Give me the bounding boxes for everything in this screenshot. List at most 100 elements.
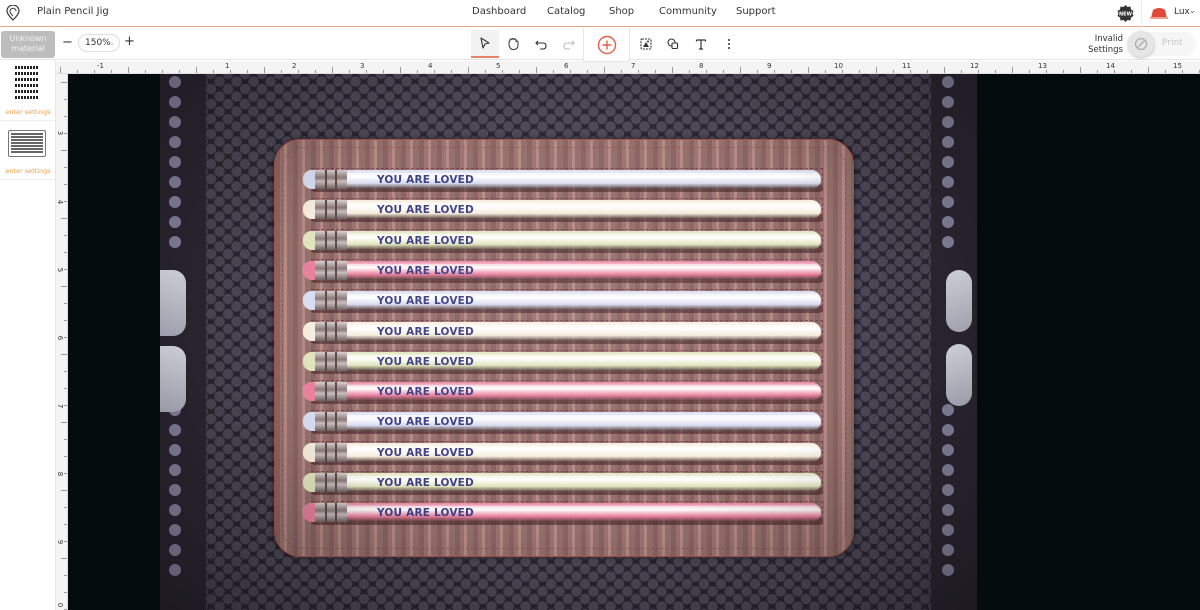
ruler-tick <box>587 70 588 73</box>
sidebar-item-jig-engrave[interactable]: enter settings <box>0 121 56 180</box>
ruler-tick <box>196 67 197 73</box>
tray-holes-left-lower <box>168 404 182 584</box>
pan-tool[interactable] <box>499 30 527 58</box>
ruler-tick <box>61 150 67 151</box>
horizontal-ruler: -1 1 2 3 4 5 6 7 8 9 10 11 12 13 14 15 <box>56 61 1200 74</box>
ruler-tick <box>61 218 67 219</box>
text-tool[interactable] <box>687 30 715 58</box>
tray-holes-left <box>168 76 182 256</box>
pencil-item[interactable]: YOU ARE LOVED <box>303 349 825 374</box>
pencil-item[interactable]: YOU ARE LOVED <box>303 168 825 192</box>
ruler-tick <box>638 70 639 73</box>
shapes-tool[interactable] <box>659 30 687 58</box>
ruler-label: 8 <box>699 62 704 70</box>
pencil-item[interactable]: YOU ARE LOVED <box>303 258 825 283</box>
ruler-tick <box>213 70 214 73</box>
add-button[interactable] <box>583 28 630 62</box>
ruler-tick <box>1012 67 1013 73</box>
user-avatar-icon[interactable] <box>1150 7 1168 19</box>
ruler-tick <box>859 70 860 73</box>
tray-handle-right-upper <box>946 270 972 332</box>
pencil-item[interactable]: YOU ARE LOVED <box>303 440 825 465</box>
text-engrave-thumbnail <box>15 66 39 102</box>
cursor-arrow-icon <box>480 37 490 49</box>
pencil-item[interactable]: YOU ARE LOVED <box>303 289 825 314</box>
plus-circle-icon <box>597 35 616 54</box>
ruler-tick <box>298 70 299 73</box>
document-title[interactable]: Plain Pencil Jig <box>37 6 109 17</box>
vertical-ruler: 34567890 <box>56 74 68 610</box>
undo-button[interactable] <box>527 30 555 58</box>
pencil-item[interactable]: YOU ARE LOVED <box>303 380 825 405</box>
ruler-tick <box>791 70 792 73</box>
zoom-in-button[interactable]: + <box>124 34 135 50</box>
ruler-tick <box>434 70 435 73</box>
nav-shop[interactable]: Shop <box>609 6 634 17</box>
new-badge-icon[interactable]: NEW <box>1117 5 1134 22</box>
step-sidebar: enter settings enter settings <box>0 61 56 610</box>
ruler-tick <box>64 524 67 525</box>
ruler-tick <box>247 70 248 73</box>
ruler-tick <box>332 67 333 73</box>
nav-community[interactable]: Community <box>659 6 717 17</box>
ruler-tick <box>77 70 78 73</box>
ruler-tick <box>64 337 67 338</box>
ruler-tick <box>995 70 996 73</box>
tray-handle-left-upper <box>160 270 186 336</box>
enter-settings-link[interactable]: enter settings <box>0 167 56 175</box>
ruler-tick <box>893 70 894 73</box>
svg-text:NEW: NEW <box>1119 12 1133 18</box>
ruler-tick <box>740 67 741 73</box>
print-button[interactable]: Print <box>1128 31 1196 57</box>
engrave-area-outline <box>311 380 823 404</box>
nav-support[interactable]: Support <box>736 6 776 17</box>
nav-dashboard[interactable]: Dashboard <box>472 6 526 17</box>
ruler-tick <box>1114 70 1115 73</box>
ruler-tick <box>842 70 843 73</box>
ruler-label: 6 <box>564 62 569 70</box>
ruler-tick <box>61 422 67 423</box>
ruler-label: 1 <box>225 62 230 70</box>
ruler-tick <box>64 167 67 168</box>
user-menu-chevron-icon[interactable]: ⌄ <box>1189 6 1196 15</box>
ruler-tick <box>604 67 605 73</box>
vertical-ellipsis-icon <box>728 39 730 49</box>
engrave-area-outline <box>311 349 823 373</box>
pencil-item[interactable]: YOU ARE LOVED <box>303 501 825 526</box>
more-options-button[interactable] <box>715 30 743 58</box>
pencil-item[interactable]: YOU ARE LOVED <box>303 228 825 253</box>
ruler-tick <box>519 70 520 73</box>
ruler-tick <box>808 67 809 73</box>
sidebar-item-text-engrave[interactable]: enter settings <box>0 61 56 121</box>
trace-tool[interactable] <box>632 30 660 58</box>
redo-button[interactable] <box>555 30 583 58</box>
ruler-tick <box>1097 70 1098 73</box>
ruler-tick <box>64 592 67 593</box>
ruler-tick <box>64 99 67 100</box>
ruler-tick <box>315 70 316 73</box>
ruler-tick <box>61 82 67 83</box>
user-name[interactable]: Lux <box>1174 7 1190 17</box>
pencil-item[interactable]: YOU ARE LOVED <box>303 319 825 344</box>
select-tool[interactable] <box>471 30 499 58</box>
pencil-item[interactable]: YOU ARE LOVED <box>303 410 825 435</box>
ruler-tick <box>64 541 67 542</box>
print-label: Print <box>1162 38 1183 48</box>
zoom-select[interactable]: 150% ⌄ <box>78 34 120 52</box>
nav-catalog[interactable]: Catalog <box>547 6 585 17</box>
design-canvas[interactable]: YOU ARE LOVED YOU ARE LOVED YOU ARE LOVED Y… <box>68 74 1200 610</box>
ruler-label: 10 <box>834 62 843 70</box>
ruler-label: 2 <box>292 62 297 70</box>
ruler-tick <box>757 70 758 73</box>
ruler-label: 0 <box>56 602 65 608</box>
undo-icon <box>535 40 547 50</box>
pencil-item[interactable]: YOU ARE LOVED <box>303 471 825 495</box>
ruler-tick <box>485 70 486 73</box>
enter-settings-link[interactable]: enter settings <box>0 108 56 116</box>
pencil-item[interactable]: YOU ARE LOVED <box>303 198 825 223</box>
material-button[interactable]: Unknown material <box>1 31 55 58</box>
tray-edge-left <box>160 74 206 610</box>
zoom-out-button[interactable]: − <box>62 36 73 50</box>
ruler-tick <box>366 70 367 73</box>
logo-icon[interactable] <box>6 5 20 21</box>
